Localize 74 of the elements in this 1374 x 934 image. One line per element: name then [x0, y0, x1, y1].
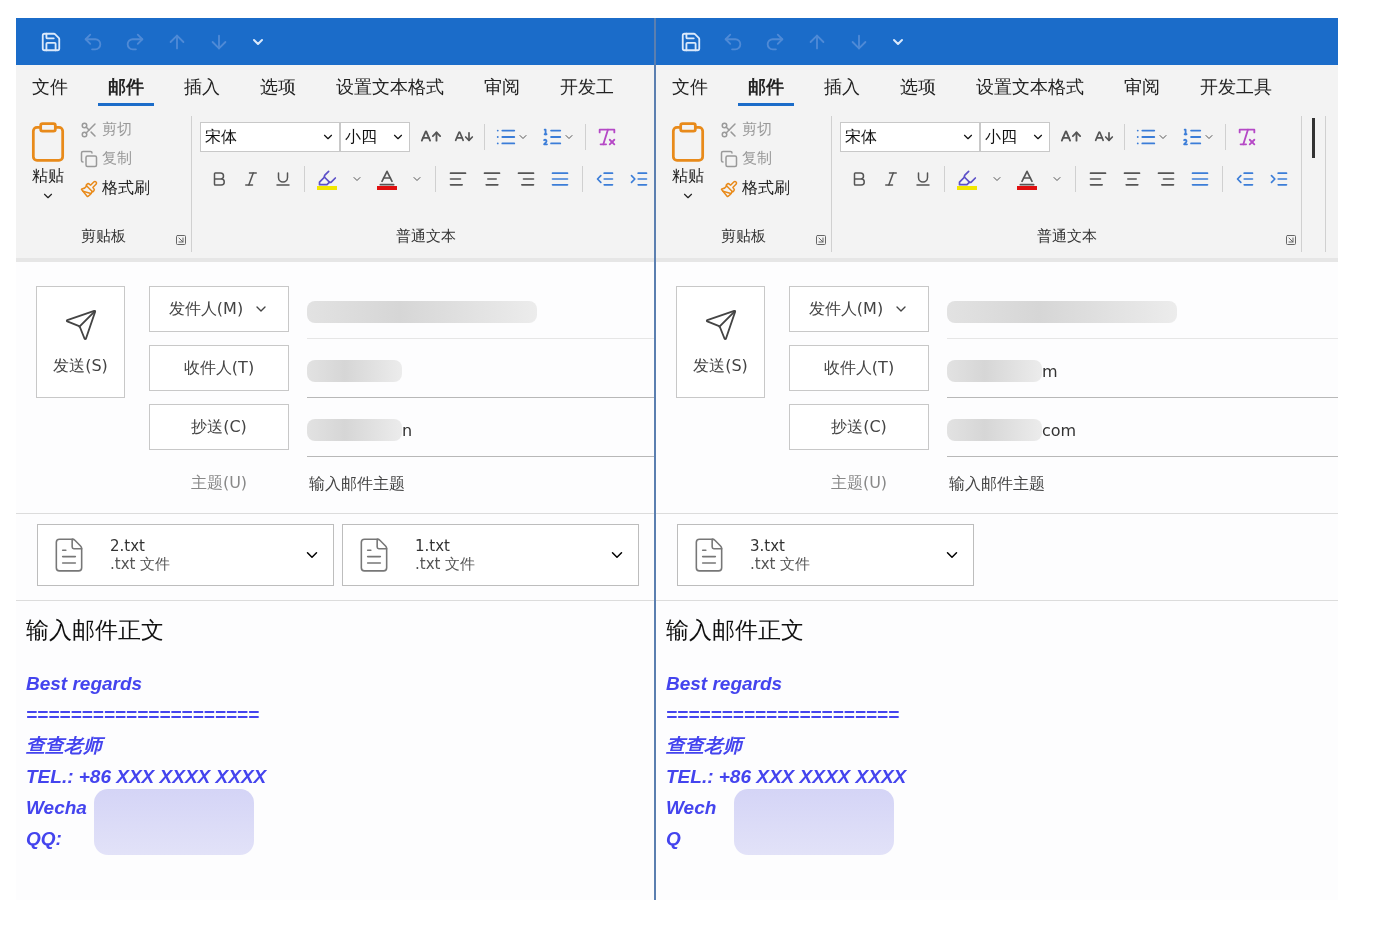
- copy-icon: [80, 149, 98, 168]
- signature-line: Best regards: [666, 672, 783, 696]
- ribbon-tab[interactable]: 审阅: [1114, 69, 1170, 106]
- paintbrush-icon: [80, 179, 98, 198]
- signature-line: Best regards: [26, 672, 143, 696]
- address-field[interactable]: com: [947, 404, 1338, 457]
- dialog-launcher-icon[interactable]: [175, 234, 187, 246]
- ribbon-tab[interactable]: 审阅: [474, 69, 530, 106]
- send-icon: [63, 307, 98, 342]
- ribbon-tab[interactable]: 选项: [890, 69, 946, 106]
- group-label: 普通文本: [395, 227, 456, 246]
- signature-line: =====================: [666, 703, 899, 727]
- signature-line: =====================: [26, 703, 259, 727]
- group-label: 剪贴板: [81, 227, 126, 246]
- font-size-dropdown[interactable]: 小四: [340, 122, 410, 152]
- ribbon-tab[interactable]: 设置文本格式: [966, 69, 1094, 106]
- dialog-launcher-icon[interactable]: [815, 234, 827, 246]
- scissors-icon: [720, 120, 738, 139]
- signature-line: TEL.: +86 XXX XXXX XXXX: [666, 765, 907, 789]
- ribbon-tab[interactable]: 开发工具: [1190, 69, 1282, 106]
- recipient-button[interactable]: 抄送(C): [789, 404, 929, 450]
- font-name-dropdown[interactable]: 宋体: [200, 122, 340, 152]
- numbered-list-icon: [541, 126, 563, 148]
- message-body-field[interactable]: 输入邮件正文: [666, 615, 804, 646]
- ribbon-tab[interactable]: 设置文本格式: [326, 69, 454, 106]
- signature-line: QQ:: [26, 827, 62, 851]
- ribbon-tab[interactable]: 邮件: [738, 69, 794, 106]
- subject-label: 主题(U): [189, 472, 249, 494]
- recipient-button[interactable]: 收件人(T): [789, 345, 929, 391]
- recipient-button[interactable]: 收件人(T): [149, 345, 289, 391]
- format-painter-button[interactable]: 格式刷: [78, 174, 152, 203]
- address-text: m: [1042, 361, 1058, 381]
- ribbon-tab[interactable]: 插入: [174, 69, 230, 106]
- send-icon: [703, 307, 738, 342]
- copy-icon: [720, 149, 738, 168]
- address-field[interactable]: m: [947, 345, 1338, 398]
- group-label: 普通文本: [1036, 227, 1097, 246]
- format-painter-button[interactable]: 格式刷: [718, 174, 792, 203]
- save-icon[interactable]: [40, 30, 62, 53]
- ribbon-tab[interactable]: 开发工: [550, 69, 624, 106]
- paste-button[interactable]: 粘贴: [664, 116, 712, 227]
- save-icon[interactable]: [680, 30, 702, 53]
- signature-line: Wech: [666, 796, 717, 820]
- attachment-card[interactable]: 3.txt .txt 文件: [677, 524, 974, 586]
- signature-line: Q: [666, 827, 681, 851]
- ribbon-tab[interactable]: 邮件: [98, 69, 154, 106]
- font-name-dropdown[interactable]: 宋体: [840, 122, 980, 152]
- recipient-button[interactable]: 抄送(C): [149, 404, 289, 450]
- font-size-dropdown[interactable]: 小四: [980, 122, 1050, 152]
- group-label: 剪贴板: [721, 227, 766, 246]
- ribbon-tab[interactable]: 选项: [250, 69, 306, 106]
- ribbon-tab[interactable]: 文件: [662, 69, 718, 106]
- numbered-list-icon: [1181, 126, 1203, 148]
- send-button[interactable]: 发送(S): [676, 286, 765, 398]
- address-field[interactable]: n: [307, 404, 654, 457]
- ribbon-tab[interactable]: 文件: [22, 69, 78, 106]
- signature-line: Wecha: [26, 796, 87, 820]
- paintbrush-icon: [720, 179, 738, 198]
- ribbon-tab[interactable]: 插入: [814, 69, 870, 106]
- address-text: com: [1042, 420, 1077, 440]
- address-text: n: [402, 420, 413, 440]
- scissors-icon: [80, 120, 98, 139]
- recipient-button[interactable]: 发件人(M): [789, 286, 929, 332]
- subject-label: 主题(U): [829, 472, 889, 494]
- attachment-card[interactable]: 2.txt .txt 文件: [37, 524, 334, 586]
- paste-button[interactable]: 粘贴: [24, 116, 72, 227]
- attachment-card[interactable]: 1.txt .txt 文件: [342, 524, 639, 586]
- signature-line: TEL.: +86 XXX XXXX XXXX: [26, 765, 267, 789]
- send-button[interactable]: 发送(S): [36, 286, 125, 398]
- message-body-field[interactable]: 输入邮件正文: [26, 615, 164, 646]
- recipient-button[interactable]: 发件人(M): [149, 286, 289, 332]
- subject-field[interactable]: 输入邮件主题: [947, 472, 1338, 494]
- subject-field[interactable]: 输入邮件主题: [307, 472, 654, 494]
- dialog-launcher-icon[interactable]: [1285, 234, 1297, 246]
